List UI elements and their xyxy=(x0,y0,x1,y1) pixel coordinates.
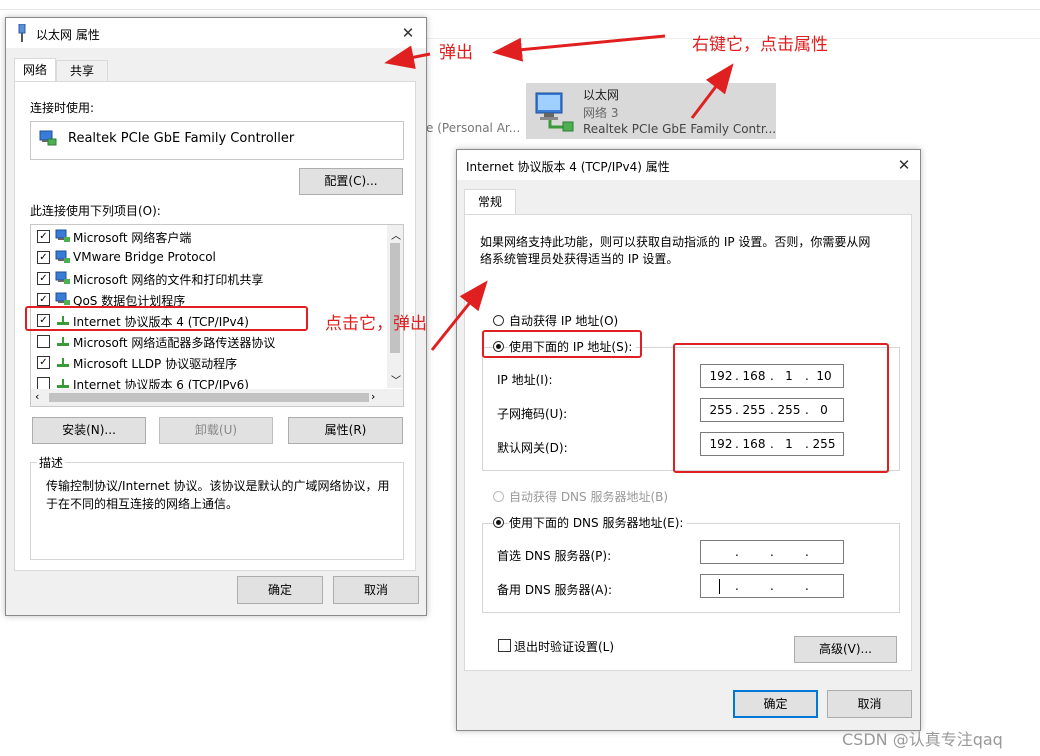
annotation-arrows xyxy=(384,34,734,351)
arrow-right-click xyxy=(492,34,666,62)
annotation-popup-1: 弹出 xyxy=(439,43,473,63)
arrow-to-adapter xyxy=(690,63,734,119)
annotation-click-popup: 点击它，弹出 xyxy=(325,314,427,334)
arrow-popup-1 xyxy=(384,45,431,70)
arrow-to-ipv4-dialog xyxy=(430,280,488,351)
watermark: CSDN @认真专注qaq xyxy=(842,730,1003,749)
annotation-right-click: 右键它，点击属性 xyxy=(692,35,828,55)
